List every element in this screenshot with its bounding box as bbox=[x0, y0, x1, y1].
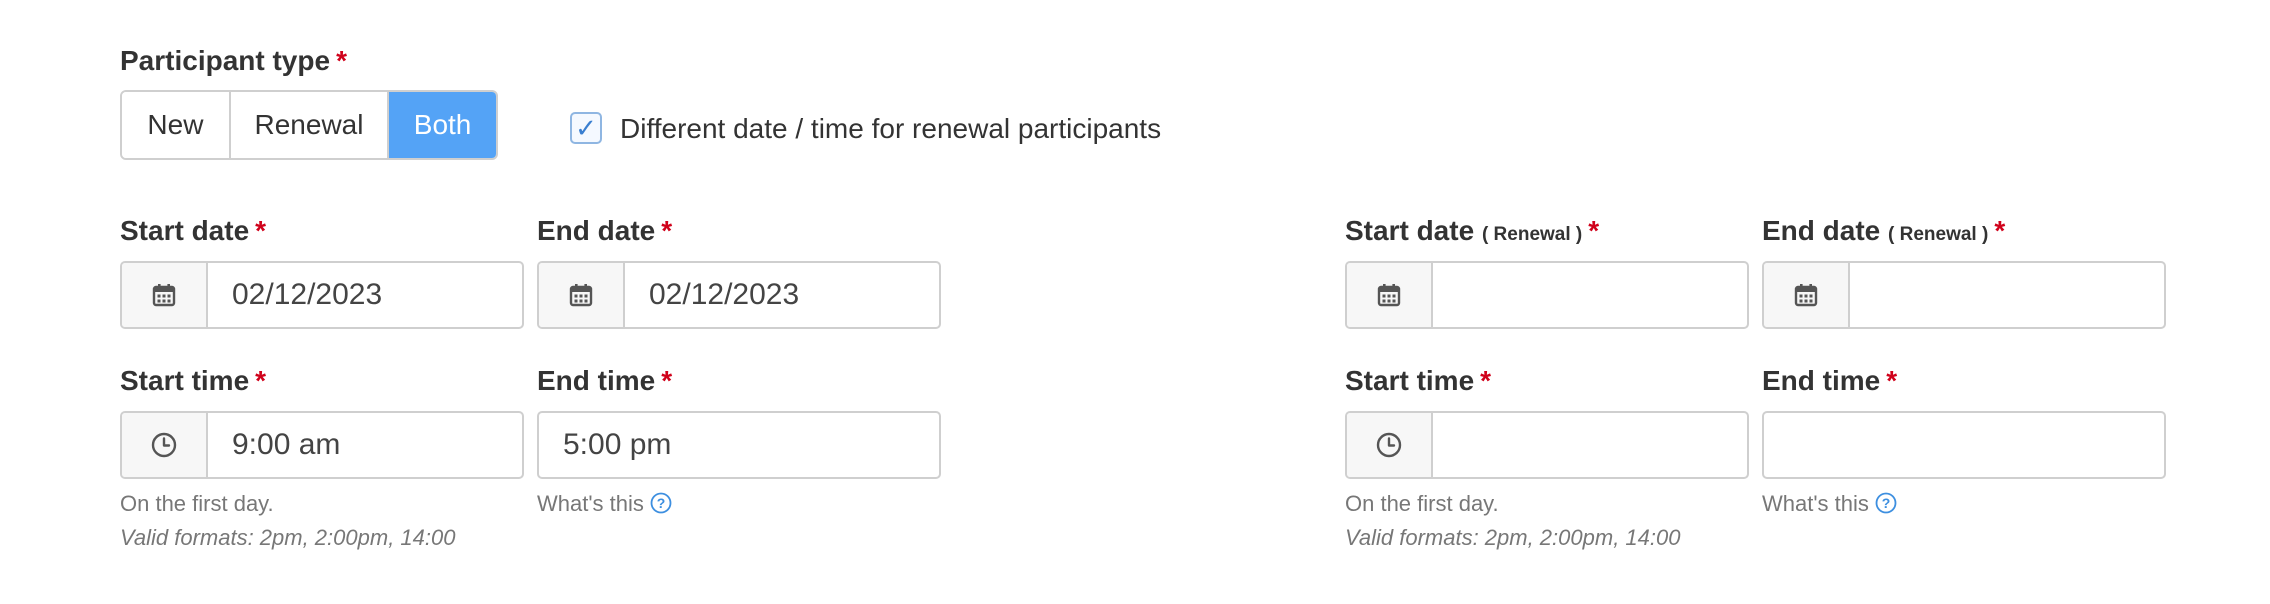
required-mark: * bbox=[255, 215, 267, 246]
renewal-start-time-label: Start time * bbox=[1345, 365, 1492, 396]
renewal-start-time-formats: Valid formats: 2pm, 2:00pm, 14:00 bbox=[1345, 525, 1681, 550]
start-time-formats: Valid formats: 2pm, 2:00pm, 14:00 bbox=[120, 525, 456, 550]
start-date-input[interactable] bbox=[208, 263, 522, 327]
renewal-end-time-group bbox=[1762, 411, 2166, 479]
end-time-label: End time * bbox=[537, 365, 673, 396]
question-circle-icon[interactable]: ? bbox=[650, 492, 672, 514]
end-date-group bbox=[537, 261, 941, 329]
participant-type-label: Participant type * bbox=[120, 45, 347, 76]
required-mark: * bbox=[336, 45, 347, 76]
renewal-end-time-help: What's this? bbox=[1762, 490, 1897, 518]
clock-icon[interactable] bbox=[122, 413, 208, 477]
clock-icon[interactable] bbox=[1347, 413, 1433, 477]
renewal-start-time-group bbox=[1345, 411, 1749, 479]
participant-type-renewal-button[interactable]: Renewal bbox=[230, 92, 390, 158]
calendar-icon[interactable] bbox=[122, 263, 208, 327]
renewal-end-date-group bbox=[1762, 261, 2166, 329]
participant-type-toggle: New Renewal Both bbox=[120, 90, 498, 160]
end-time-help: What's this? bbox=[537, 490, 672, 518]
renewal-start-time-help: On the first day. bbox=[1345, 491, 1499, 516]
renewal-end-date-label: End date ( Renewal ) * bbox=[1762, 215, 2006, 246]
start-time-help: On the first day. bbox=[120, 491, 274, 516]
calendar-icon[interactable] bbox=[539, 263, 625, 327]
different-renewal-checkbox[interactable]: ✓ bbox=[570, 112, 602, 144]
renewal-end-time-input[interactable] bbox=[1764, 413, 2164, 477]
calendar-icon[interactable] bbox=[1347, 263, 1433, 327]
renewal-end-time-label: End time * bbox=[1762, 365, 1898, 396]
renewal-start-date-label: Start date ( Renewal ) * bbox=[1345, 215, 1600, 246]
renewal-start-date-input[interactable] bbox=[1433, 263, 1747, 327]
renewal-start-date-group bbox=[1345, 261, 1749, 329]
checkmark-icon: ✓ bbox=[575, 113, 597, 143]
required-mark: * bbox=[255, 365, 267, 396]
required-mark: * bbox=[1480, 365, 1492, 396]
start-time-group bbox=[120, 411, 524, 479]
svg-text:?: ? bbox=[657, 495, 666, 511]
svg-text:?: ? bbox=[1882, 495, 1891, 511]
required-mark: * bbox=[1994, 215, 2006, 246]
renewal-start-time-input[interactable] bbox=[1433, 413, 1747, 477]
start-time-input[interactable] bbox=[208, 413, 522, 477]
renewal-end-date-input[interactable] bbox=[1850, 263, 2164, 327]
required-mark: * bbox=[661, 215, 673, 246]
end-time-input[interactable] bbox=[539, 413, 939, 477]
participant-type-both-button[interactable]: Both bbox=[389, 92, 496, 158]
start-time-label: Start time * bbox=[120, 365, 267, 396]
calendar-icon[interactable] bbox=[1764, 263, 1850, 327]
end-time-group bbox=[537, 411, 941, 479]
start-date-group bbox=[120, 261, 524, 329]
required-mark: * bbox=[661, 365, 673, 396]
different-renewal-label[interactable]: Different date / time for renewal partic… bbox=[620, 112, 1161, 146]
question-circle-icon[interactable]: ? bbox=[1875, 492, 1897, 514]
required-mark: * bbox=[1588, 215, 1600, 246]
start-date-label: Start date * bbox=[120, 215, 267, 246]
end-date-input[interactable] bbox=[625, 263, 939, 327]
required-mark: * bbox=[1886, 365, 1898, 396]
participant-type-new-button[interactable]: New bbox=[122, 92, 231, 158]
end-date-label: End date * bbox=[537, 215, 673, 246]
